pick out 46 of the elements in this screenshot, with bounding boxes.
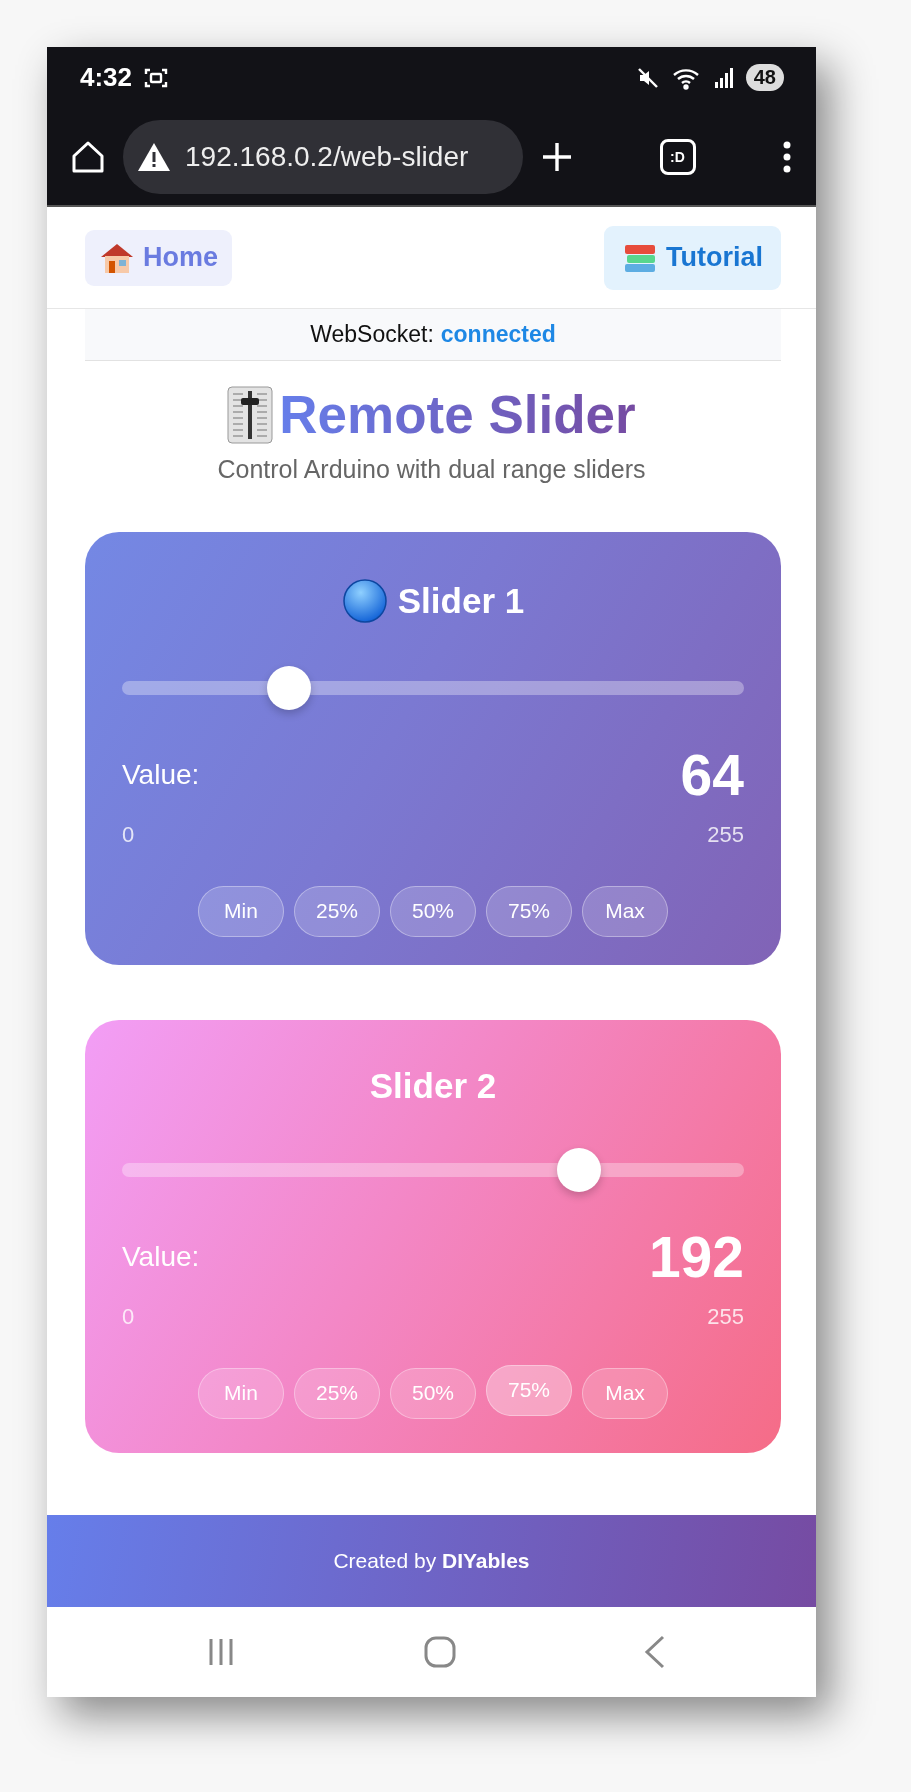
slider[interactable] <box>122 1147 744 1192</box>
max-label: 255 <box>707 1303 744 1330</box>
page-subtitle: Control Arduino with dual range sliders <box>216 454 647 484</box>
preset-button[interactable]: 25% <box>294 885 380 937</box>
preset-button[interactable]: 75% <box>486 1364 572 1416</box>
slider-thumb[interactable] <box>267 665 312 710</box>
preset-button[interactable]: Min <box>198 885 284 937</box>
slider-value: 64 <box>680 741 744 808</box>
preset-button[interactable]: Min <box>198 1367 284 1419</box>
min-label: 0 <box>122 1303 135 1330</box>
websocket-label: WebSocket: <box>310 321 434 348</box>
fader-icon <box>227 385 274 444</box>
back-icon[interactable] <box>644 1635 666 1669</box>
preset-button[interactable]: 50% <box>390 1367 476 1419</box>
battery-level: 48 <box>745 64 784 91</box>
recents-icon[interactable] <box>207 1637 235 1667</box>
signal-icon <box>713 66 734 89</box>
slider-title: Slider 1 <box>397 580 525 621</box>
slider-thumb[interactable] <box>557 1147 602 1192</box>
plus-icon[interactable] <box>541 140 573 173</box>
warning-icon <box>137 141 171 172</box>
preset-button[interactable]: 50% <box>390 885 476 937</box>
tutorial-button[interactable]: Tutorial <box>604 225 781 290</box>
tab-switcher[interactable]: :D <box>659 138 696 175</box>
value-label: Value: <box>122 1240 200 1273</box>
home-icon[interactable] <box>71 139 105 174</box>
value-label: Value: <box>122 758 200 791</box>
status-time: 4:32 <box>80 62 133 93</box>
menu-icon[interactable] <box>782 140 792 173</box>
address-bar[interactable]: 192.168.0.2/web-slider <box>123 119 523 194</box>
slider-value: 192 <box>648 1223 744 1290</box>
min-label: 0 <box>122 821 135 848</box>
preset-button[interactable]: 25% <box>294 1367 380 1419</box>
connection-status: connected <box>440 321 556 348</box>
slider-title: Slider 2 <box>369 1065 497 1106</box>
slider[interactable] <box>122 665 744 710</box>
preset-button[interactable]: 75% <box>486 885 572 937</box>
preset-button[interactable]: Max <box>582 1367 668 1419</box>
home-button[interactable]: Home <box>85 229 232 286</box>
house-icon <box>99 241 135 274</box>
circle-icon <box>341 577 388 624</box>
mute-icon <box>635 65 660 90</box>
preset-button[interactable]: Max <box>582 885 668 937</box>
max-label: 255 <box>707 821 744 848</box>
home-nav-icon[interactable] <box>423 1636 456 1668</box>
footer-text: Created by DIYables <box>333 1549 530 1573</box>
